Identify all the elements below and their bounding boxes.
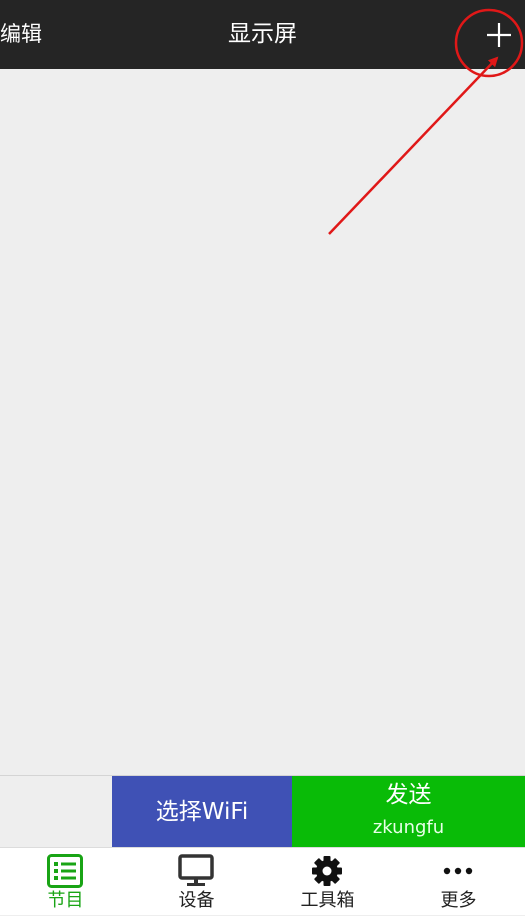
select-wifi-button[interactable]: 选择WiFi [112,776,292,848]
send-button-label: 发送 [385,782,432,808]
bottom-nav: 节目 设备 工具箱 更多 [0,847,525,915]
nav-item-programs[interactable]: 节目 [0,848,131,916]
nav-label-programs: 节目 [47,890,84,911]
program-list-area [0,69,525,775]
nav-item-devices[interactable]: 设备 [131,848,262,916]
add-button[interactable] [478,14,520,56]
action-bar: 选择WiFi 发送 zkungfu [0,775,525,848]
nav-label-devices: 设备 [178,890,215,911]
page-title: 显示屏 [228,21,297,47]
monitor-icon [178,854,214,886]
plus-icon [487,23,511,47]
send-button[interactable]: 发送 zkungfu [292,776,525,848]
top-bar: 编辑 显示屏 [0,0,525,69]
more-dots-icon [443,867,473,875]
nav-item-more[interactable]: 更多 [393,848,524,916]
nav-item-toolbox[interactable]: 工具箱 [262,848,393,916]
nav-label-toolbox: 工具箱 [300,890,355,911]
edit-button[interactable]: 编辑 [0,17,50,51]
send-target-device: zkungfu [372,817,445,838]
program-list-icon [47,854,83,888]
nav-label-more: 更多 [440,890,477,911]
gear-icon [312,856,342,886]
